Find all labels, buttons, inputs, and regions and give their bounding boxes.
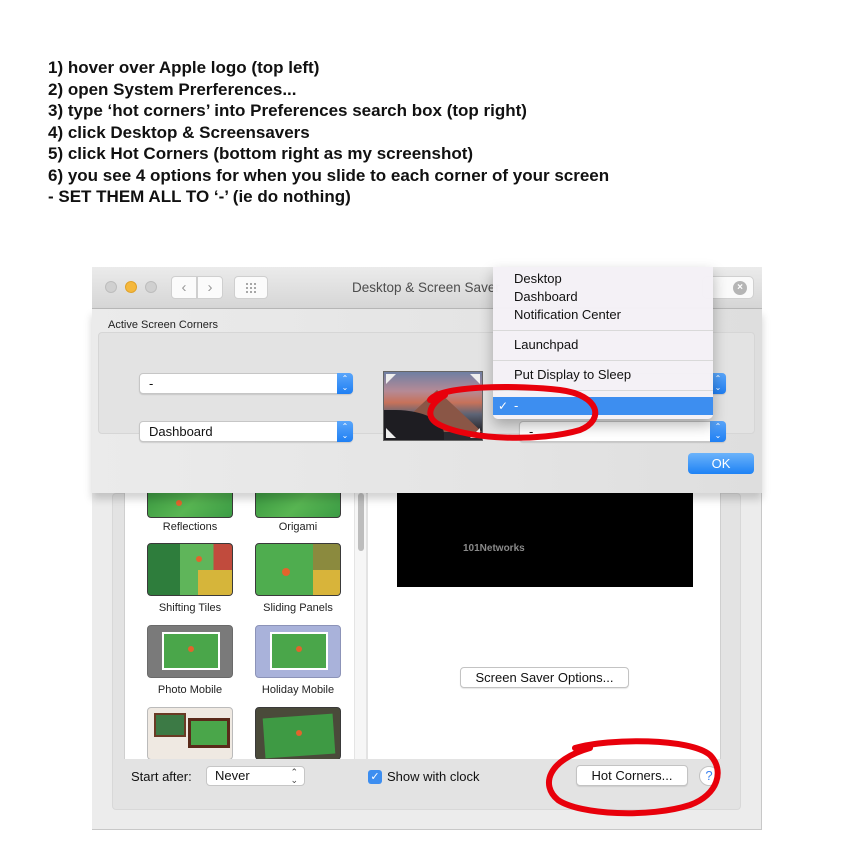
select-value: Dashboard (149, 424, 213, 439)
menu-item-notification-center[interactable]: Notification Center (493, 306, 713, 324)
chevron-right-icon: › (207, 279, 213, 296)
saver-thumbnail-photo-mobile[interactable] (147, 625, 233, 678)
corner-marker-icon (470, 374, 480, 384)
menu-item-none[interactable]: ✓ - (493, 397, 713, 415)
instruction-line: 4) click Desktop & Screensavers (48, 122, 310, 142)
instruction-line: 6) you see 4 options for when you slide … (48, 165, 610, 185)
saver-label: Photo Mobile (157, 684, 223, 696)
scroll-thumb[interactable] (358, 493, 364, 551)
saver-label: Origami (278, 521, 318, 533)
grid-icon (245, 282, 257, 293)
corner-marker-icon (386, 428, 396, 438)
preview-text: 101Networks (463, 543, 525, 554)
corner-action-menu: Desktop Dashboard Notification Center La… (493, 267, 713, 419)
updown-chevron-icon: ⌃ ⌄ (337, 421, 353, 442)
instruction-line: 2) open System Prerferences... (48, 79, 297, 99)
bottom-left-corner-select[interactable]: Dashboard ⌃ ⌄ (139, 421, 353, 442)
screen-saver-options-button[interactable]: Screen Saver Options... (460, 667, 629, 688)
back-button[interactable]: ‹ (171, 276, 197, 299)
corner-marker-icon (470, 428, 480, 438)
zoom-window-button[interactable] (145, 281, 157, 293)
instruction-line: - SET THEM ALL TO ‘-’ (ie do nothing) (48, 187, 351, 206)
bottom-right-corner-select[interactable]: - ⌃ ⌄ (519, 421, 726, 442)
checkmark-icon: ✓ (498, 399, 509, 413)
menu-separator (493, 330, 713, 331)
menu-item-launchpad[interactable]: Launchpad (493, 336, 713, 354)
window-title: Desktop & Screen Saver (352, 280, 500, 295)
menu-separator (493, 360, 713, 361)
menu-item-desktop[interactable]: Desktop (493, 270, 713, 288)
start-after-select[interactable]: Never ⌃ ⌄ (206, 766, 305, 786)
updown-chevron-icon: ⌃ ⌄ (710, 421, 726, 442)
instruction-line: 5) click Hot Corners (bottom right as my… (48, 144, 474, 163)
chevron-left-icon: ‹ (181, 279, 187, 296)
updown-chevron-icon: ⌃ ⌄ (337, 373, 353, 394)
saver-thumbnail-holiday-mobile[interactable] (255, 625, 341, 678)
updown-chevron-icon: ⌃ ⌄ (290, 767, 298, 785)
saver-thumbnail-reflections[interactable] (147, 493, 233, 518)
desktop-corners-preview (383, 371, 483, 441)
select-value: - (529, 424, 534, 439)
ok-button[interactable]: OK (688, 453, 754, 474)
checkmark-icon: ✓ (370, 771, 380, 783)
saver-thumbnail-vintage-prints[interactable] (147, 707, 233, 759)
saver-label: Holiday Mobile (261, 684, 335, 696)
menu-item-put-display-to-sleep[interactable]: Put Display to Sleep (493, 366, 713, 384)
show-with-clock-label: Show with clock (387, 769, 480, 784)
saver-label: Sliding Panels (263, 602, 333, 614)
preview-pane: 101Networks Screen Saver Options... (368, 493, 721, 759)
select-value: - (149, 376, 154, 391)
show-with-clock-checkbox[interactable]: ✓ (368, 770, 382, 784)
saver-thumbnail-shifting-tiles[interactable] (147, 543, 233, 596)
hot-corners-button[interactable]: Hot Corners... (576, 765, 688, 786)
instruction-line: 3) type ‘hot corners’ into Preferences s… (48, 101, 527, 120)
saver-label: Reflections (162, 521, 218, 533)
screen-saver-list: Reflections Origami Shifting Tiles Slidi… (124, 493, 366, 759)
saver-thumbnail-origami[interactable] (255, 493, 341, 518)
saver-thumbnail-ken-burns[interactable] (255, 707, 341, 759)
instruction-line: 1) hover over Apple logo (top left) (48, 58, 320, 77)
saver-label: Shifting Tiles (158, 602, 222, 614)
start-after-label: Start after: (131, 769, 192, 784)
close-window-button[interactable] (105, 281, 117, 293)
start-after-value: Never (215, 768, 250, 783)
saver-thumbnail-sliding-panels[interactable] (255, 543, 341, 596)
forward-button[interactable]: › (197, 276, 223, 299)
menu-item-label: - (514, 398, 519, 413)
saver-list-scrollbar[interactable] (354, 493, 366, 759)
top-left-corner-select[interactable]: - ⌃ ⌄ (139, 373, 353, 394)
screen-saver-preview: 101Networks (397, 493, 693, 587)
menu-item-dashboard[interactable]: Dashboard (493, 288, 713, 306)
show-all-button[interactable] (234, 276, 268, 299)
menu-separator (493, 390, 713, 391)
clear-search-icon[interactable]: × (733, 281, 747, 295)
minimize-window-button[interactable] (125, 281, 137, 293)
instructions-text: 1) hover over Apple logo (top left) 2) o… (48, 57, 609, 208)
help-button[interactable]: ? (699, 766, 719, 786)
active-screen-corners-label: Active Screen Corners (108, 319, 219, 331)
corner-marker-icon (386, 374, 396, 384)
